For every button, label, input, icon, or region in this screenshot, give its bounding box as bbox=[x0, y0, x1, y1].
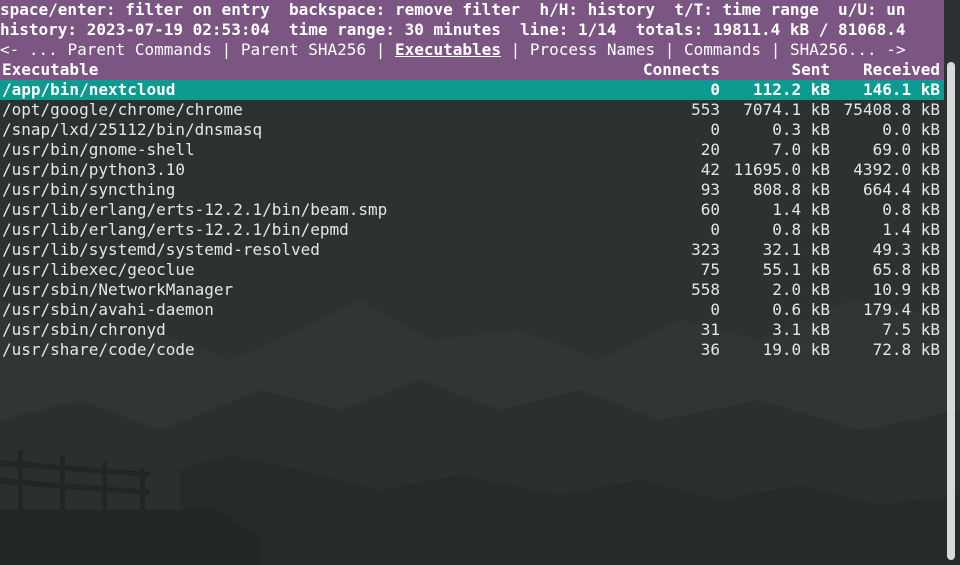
table-row[interactable]: /usr/sbin/avahi-daemon 0 0.6 kB 179.4 kB bbox=[0, 300, 944, 320]
cell-connects: 93 bbox=[700, 180, 720, 199]
table-row[interactable]: /app/bin/nextcloud 0 112.2 kB 146.1 kB bbox=[0, 80, 944, 100]
column-header-connects[interactable]: Connects bbox=[600, 60, 720, 80]
header-area: space/enter: filter on entry backspace: … bbox=[0, 0, 944, 80]
cell-sent: 7.0 kB bbox=[772, 140, 830, 159]
cell-connects: 42 bbox=[700, 160, 720, 179]
column-header-row: Executable Connects Sent Received bbox=[0, 60, 944, 80]
cell-received: 10.9 kB bbox=[872, 280, 940, 299]
cell-connects: 558 bbox=[691, 280, 720, 299]
tab-scroll-left[interactable]: <- ... bbox=[0, 40, 67, 59]
vertical-scrollbar[interactable] bbox=[947, 62, 955, 560]
tab-sha256[interactable]: SHA256... bbox=[790, 40, 877, 59]
cell-executable: /app/bin/nextcloud bbox=[2, 80, 176, 99]
table-row[interactable]: /usr/share/code/code 36 19.0 kB 72.8 kB bbox=[0, 340, 944, 360]
terminal-view: space/enter: filter on entry backspace: … bbox=[0, 0, 944, 360]
tab-parent-commands[interactable]: Parent Commands bbox=[67, 40, 212, 59]
table-row[interactable]: /usr/bin/gnome-shell 20 7.0 kB 69.0 kB bbox=[0, 140, 944, 160]
cell-received: 146.1 kB bbox=[862, 80, 940, 99]
cell-connects: 0 bbox=[710, 300, 720, 319]
cell-sent: 1.4 kB bbox=[772, 200, 830, 219]
table-row[interactable]: /usr/sbin/chronyd 31 3.1 kB 7.5 kB bbox=[0, 320, 944, 340]
cell-executable: /usr/bin/syncthing bbox=[2, 180, 176, 199]
table-row[interactable]: /usr/lib/erlang/erts-12.2.1/bin/epmd 0 0… bbox=[0, 220, 944, 240]
cell-connects: 75 bbox=[700, 260, 720, 279]
cell-connects: 323 bbox=[691, 240, 720, 259]
cell-executable: /usr/lib/erlang/erts-12.2.1/bin/beam.smp bbox=[2, 200, 388, 219]
cell-received: 49.3 kB bbox=[872, 240, 940, 259]
tab-separator: | bbox=[761, 40, 790, 59]
table-row[interactable]: /usr/bin/syncthing 93 808.8 kB 664.4 kB bbox=[0, 180, 944, 200]
cell-connects: 0 bbox=[710, 120, 720, 139]
cell-sent: 7074.1 kB bbox=[743, 100, 830, 119]
cell-sent: 112.2 kB bbox=[752, 80, 830, 99]
tab-bar: <- ... Parent Commands | Parent SHA256 |… bbox=[0, 40, 944, 60]
tab-parent-sha256[interactable]: Parent SHA256 bbox=[241, 40, 366, 59]
table-row[interactable]: /usr/sbin/NetworkManager 558 2.0 kB 10.9… bbox=[0, 280, 944, 300]
cell-sent: 55.1 kB bbox=[762, 260, 830, 279]
table-row[interactable]: /usr/lib/systemd/systemd-resolved 323 32… bbox=[0, 240, 944, 260]
cell-received: 1.4 kB bbox=[882, 220, 940, 239]
cell-executable: /usr/sbin/NetworkManager bbox=[2, 280, 234, 299]
cell-executable: /usr/bin/python3.10 bbox=[2, 160, 186, 179]
cell-connects: 31 bbox=[700, 320, 720, 339]
tab-separator: | bbox=[366, 40, 395, 59]
cell-connects: 36 bbox=[700, 340, 720, 359]
cell-connects: 0 bbox=[710, 220, 720, 239]
table-row[interactable]: /usr/bin/python3.10 42 11695.0 kB 4392.0… bbox=[0, 160, 944, 180]
column-header-sent[interactable]: Sent bbox=[720, 60, 830, 80]
tab-process-names[interactable]: Process Names bbox=[530, 40, 655, 59]
cell-connects: 553 bbox=[691, 100, 720, 119]
cell-connects: 0 bbox=[710, 80, 720, 99]
cell-received: 4392.0 kB bbox=[853, 160, 940, 179]
cell-executable: /usr/share/code/code bbox=[2, 340, 195, 359]
cell-received: 664.4 kB bbox=[862, 180, 940, 199]
cell-executable: /snap/lxd/25112/bin/dnsmasq bbox=[2, 120, 263, 139]
tab-separator: | bbox=[211, 40, 241, 59]
tab-scroll-right[interactable]: -> bbox=[877, 40, 905, 59]
column-header-executable[interactable]: Executable bbox=[2, 60, 98, 80]
table-body: /app/bin/nextcloud 0 112.2 kB 146.1 kB /… bbox=[0, 80, 944, 360]
cell-received: 0.0 kB bbox=[882, 120, 940, 139]
tab-commands[interactable]: Commands bbox=[684, 40, 761, 59]
cell-sent: 3.1 kB bbox=[772, 320, 830, 339]
cell-executable: /usr/sbin/avahi-daemon bbox=[2, 300, 214, 319]
table-row[interactable]: /opt/google/chrome/chrome 553 7074.1 kB … bbox=[0, 100, 944, 120]
cell-sent: 0.3 kB bbox=[772, 120, 830, 139]
cell-executable: /opt/google/chrome/chrome bbox=[2, 100, 243, 119]
help-line: space/enter: filter on entry backspace: … bbox=[0, 0, 906, 19]
cell-sent: 19.0 kB bbox=[762, 340, 830, 359]
tab-executables[interactable]: Executables bbox=[395, 40, 501, 59]
cell-received: 72.8 kB bbox=[872, 340, 940, 359]
cell-sent: 11695.0 kB bbox=[733, 160, 830, 179]
table-row[interactable]: /usr/lib/erlang/erts-12.2.1/bin/beam.smp… bbox=[0, 200, 944, 220]
cell-received: 75408.8 kB bbox=[843, 100, 940, 119]
cell-received: 0.8 kB bbox=[882, 200, 940, 219]
cell-connects: 20 bbox=[700, 140, 720, 159]
cell-executable: /usr/lib/systemd/systemd-resolved bbox=[2, 240, 320, 259]
cell-executable: /usr/libexec/geoclue bbox=[2, 260, 195, 279]
table-row[interactable]: /snap/lxd/25112/bin/dnsmasq 0 0.3 kB 0.0… bbox=[0, 120, 944, 140]
cell-sent: 32.1 kB bbox=[762, 240, 830, 259]
cell-received: 7.5 kB bbox=[882, 320, 940, 339]
status-line: history: 2023-07-19 02:53:04 time range:… bbox=[0, 20, 906, 39]
cell-executable: /usr/bin/gnome-shell bbox=[2, 140, 195, 159]
cell-received: 65.8 kB bbox=[872, 260, 940, 279]
cell-sent: 808.8 kB bbox=[752, 180, 830, 199]
cell-received: 179.4 kB bbox=[862, 300, 940, 319]
tab-separator: | bbox=[655, 40, 684, 59]
cell-sent: 2.0 kB bbox=[772, 280, 830, 299]
column-header-received[interactable]: Received bbox=[830, 60, 940, 80]
cell-executable: /usr/sbin/chronyd bbox=[2, 320, 166, 339]
tab-separator: | bbox=[500, 40, 530, 59]
cell-sent: 0.8 kB bbox=[772, 220, 830, 239]
cell-executable: /usr/lib/erlang/erts-12.2.1/bin/epmd bbox=[2, 220, 349, 239]
cell-connects: 60 bbox=[700, 200, 720, 219]
cell-received: 69.0 kB bbox=[872, 140, 940, 159]
cell-sent: 0.6 kB bbox=[772, 300, 830, 319]
table-row[interactable]: /usr/libexec/geoclue 75 55.1 kB 65.8 kB bbox=[0, 260, 944, 280]
